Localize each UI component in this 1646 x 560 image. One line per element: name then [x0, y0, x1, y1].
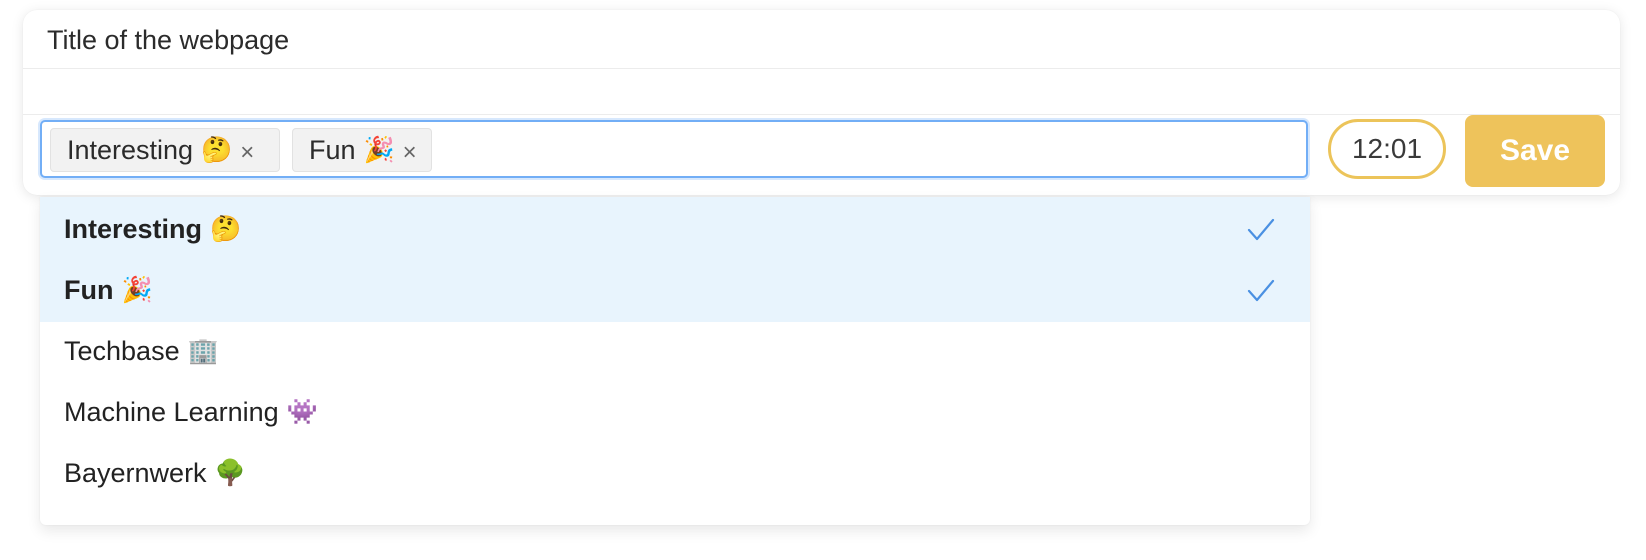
title-row: Title of the webpage: [23, 10, 1620, 69]
alien-monster-icon: 👾: [286, 397, 318, 426]
office-building-icon: 🏢: [187, 336, 219, 365]
dropdown-option-techbase[interactable]: Techbase 🏢: [40, 319, 1310, 383]
chip-label: Interesting: [67, 134, 194, 165]
page-title: Title of the webpage: [47, 25, 290, 55]
remove-chip-icon[interactable]: ×: [403, 141, 417, 165]
option-label: Techbase: [64, 335, 180, 366]
checkmark-icon: [1247, 218, 1275, 241]
tag-dropdown: Interesting 🤔 Fun 🎉 Techbase 🏢 Machine L…: [40, 197, 1310, 525]
party-popper-icon: 🎉: [363, 135, 395, 164]
tree-icon: 🌳: [214, 458, 246, 487]
dropdown-option-bayernwerk[interactable]: Bayernwerk 🌳: [40, 441, 1310, 505]
thinking-face-icon: 🤔: [201, 135, 233, 164]
remove-chip-icon[interactable]: ×: [240, 141, 254, 165]
dropdown-option-fun[interactable]: Fun 🎉: [40, 258, 1310, 322]
checkmark-icon: [1247, 279, 1275, 302]
tag-input[interactable]: Interesting 🤔 × Fun 🎉 ×: [40, 120, 1308, 178]
option-label: Interesting: [64, 213, 203, 244]
dropdown-option-interesting[interactable]: Interesting 🤔: [40, 197, 1310, 261]
option-label: Bayernwerk: [64, 457, 207, 488]
dropdown-option-machine-learning[interactable]: Machine Learning 👾: [40, 380, 1310, 444]
tag-chip-fun: Fun 🎉 ×: [292, 128, 432, 172]
tag-chip-interesting: Interesting 🤔 ×: [50, 128, 280, 172]
chip-label: Fun: [309, 134, 356, 165]
party-popper-icon: 🎉: [121, 275, 153, 304]
option-label: Fun: [64, 274, 114, 305]
empty-row: [23, 69, 1620, 115]
option-label: Machine Learning: [64, 396, 279, 427]
time-picker[interactable]: 12:01: [1328, 119, 1446, 179]
save-button[interactable]: Save: [1465, 115, 1605, 187]
thinking-face-icon: 🤔: [210, 214, 242, 243]
